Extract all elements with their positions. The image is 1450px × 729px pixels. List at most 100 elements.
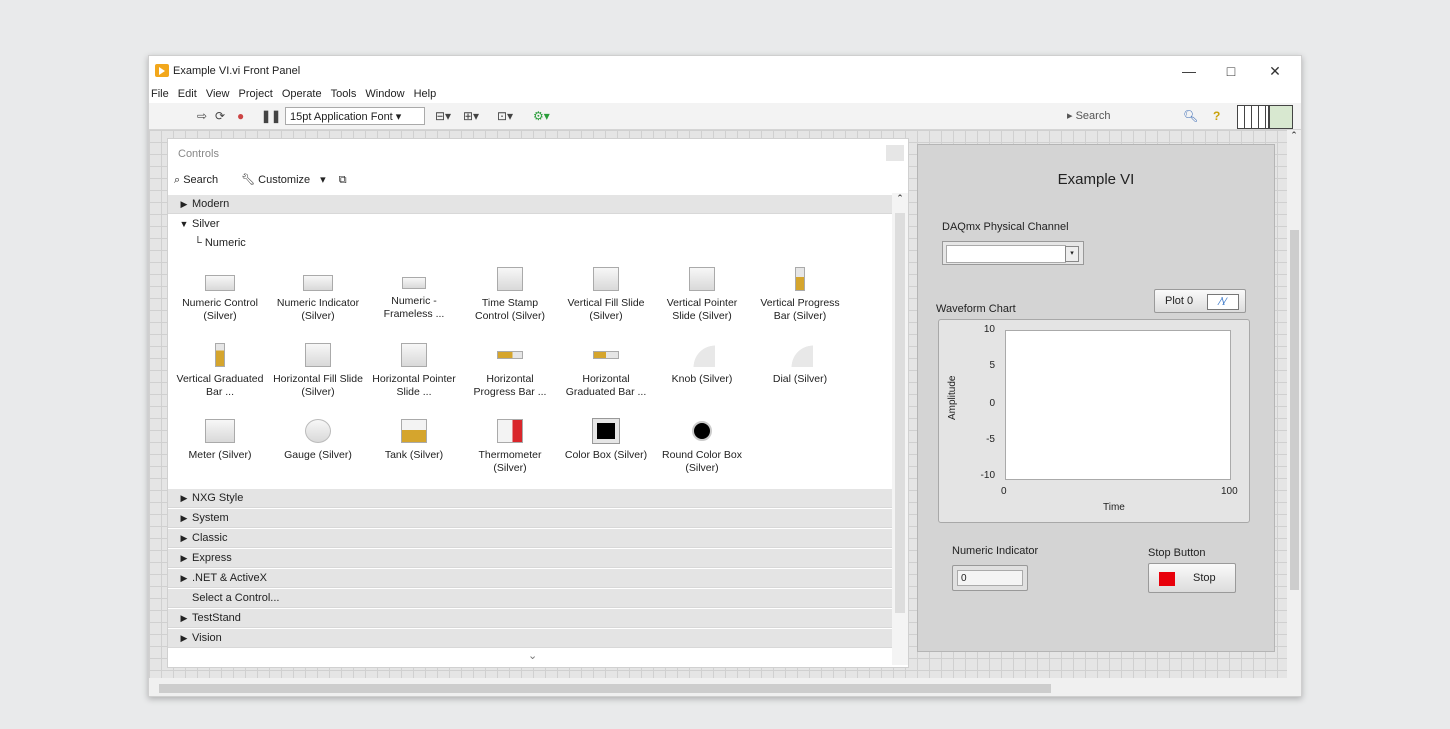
palette-search-button[interactable]: ⌕ Search (174, 174, 228, 186)
vertical-scroll-thumb[interactable] (1290, 230, 1299, 590)
run-arrow-icon[interactable]: ⇨ (197, 108, 207, 124)
toolbar: ⇨ ⟳ ● ❚❚ 15pt Application Font ▾ ⊟▾ ⊞▾ ⊡… (149, 103, 1301, 130)
stop-led-icon (1159, 572, 1175, 586)
plot-legend[interactable]: Plot 0 ⁄\⁄ (1154, 289, 1246, 313)
palette-item[interactable]: Horizontal Progress Bar ... (464, 343, 556, 399)
abort-icon[interactable]: ● (237, 108, 244, 124)
run-continuously-icon[interactable]: ⟳ (215, 108, 225, 124)
horizontal-scroll-thumb[interactable] (159, 684, 1051, 693)
silver-numeric-items: Numeric Control (Silver) Numeric Indicat… (168, 257, 892, 489)
horizontal-fill-slide-icon (305, 343, 331, 367)
palette-item[interactable]: Numeric Control (Silver) (174, 275, 266, 323)
dial-icon (787, 343, 813, 367)
distribute-objects-icon[interactable]: ⊞▾ (463, 108, 479, 124)
category-teststand[interactable]: ▶ TestStand (168, 609, 892, 628)
menu-project[interactable]: Project (239, 86, 273, 103)
category-silver[interactable]: ▼ Silver (168, 215, 892, 234)
pause-icon[interactable]: ❚❚ (261, 108, 281, 124)
category-classic[interactable]: ▶ Classic (168, 529, 892, 548)
close-button[interactable]: ✕ (1265, 62, 1285, 80)
resize-objects-icon[interactable]: ⊡▾ (497, 108, 513, 124)
palette-item[interactable]: Vertical Graduated Bar ... (174, 343, 266, 399)
search-icon[interactable]: 🔍︎ (1183, 108, 1198, 124)
category-vision[interactable]: ▶ Vision (168, 629, 892, 648)
menu-bar: File Edit View Project Operate Tools Win… (149, 86, 1301, 103)
title-bar: Example VI.vi Front Panel — □ ✕ (149, 56, 1301, 86)
palette-item[interactable]: Knob (Silver) (656, 343, 748, 386)
vertical-scrollbar[interactable]: ⌃ (1287, 130, 1301, 682)
dropdown-arrow-icon[interactable]: ▾ (1065, 246, 1079, 262)
align-objects-icon[interactable]: ⊟▾ (435, 108, 451, 124)
palette-item[interactable]: Vertical Progress Bar (Silver) (754, 267, 846, 323)
stop-button[interactable]: Stop (1148, 563, 1236, 593)
stop-button-text: Stop (1193, 572, 1216, 584)
palette-scrollbar[interactable]: ⌃ (892, 193, 908, 665)
palette-item[interactable]: Horizontal Graduated Bar ... (560, 343, 652, 399)
palette-item[interactable]: Dial (Silver) (754, 343, 846, 386)
plot-legend-label: Plot 0 (1165, 295, 1194, 307)
daq-channel-field[interactable] (946, 245, 1066, 263)
menu-file[interactable]: File (151, 86, 169, 103)
subcategory-numeric[interactable]: └ Numeric (194, 237, 246, 249)
horizontal-scrollbar[interactable] (149, 680, 1287, 696)
category-dotnet-activex[interactable]: ▶ .NET & ActiveX (168, 569, 892, 588)
minimize-button[interactable]: — (1179, 62, 1199, 80)
search-input[interactable]: ▸ Search (1067, 108, 1167, 124)
vi-icon[interactable] (1269, 105, 1293, 129)
palette-item[interactable]: Thermometer (Silver) (464, 419, 556, 475)
palette-header: Controls (168, 139, 908, 167)
select-a-control[interactable]: Select a Control... (168, 589, 892, 608)
menu-edit[interactable]: Edit (178, 86, 197, 103)
item-label: Numeric Indicator (Silver) (276, 297, 360, 322)
category-express[interactable]: ▶ Express (168, 549, 892, 568)
scroll-up-icon[interactable]: ⌃ (892, 193, 908, 204)
controls-palette: Controls ⌕ Search 🔧︎ Customize ▾ ⧉ ▶ Moder… (167, 138, 909, 668)
connector-pane-icon[interactable] (1237, 105, 1269, 129)
chart-plot-area[interactable] (1005, 330, 1231, 480)
category-system[interactable]: ▶ System (168, 509, 892, 528)
palette-item[interactable]: Numeric - Frameless ... (368, 275, 460, 321)
font-select[interactable]: 15pt Application Font ▾ (285, 107, 425, 125)
palette-item[interactable]: Vertical Pointer Slide (Silver) (656, 267, 748, 323)
palette-scroll-thumb[interactable] (895, 213, 905, 613)
menu-tools[interactable]: Tools (331, 86, 357, 103)
item-label: Thermometer (Silver) (478, 449, 542, 474)
item-label: Color Box (Silver) (564, 449, 648, 461)
palette-item[interactable]: Gauge (Silver) (272, 419, 364, 462)
daq-channel-control[interactable]: ▾ (942, 241, 1084, 265)
menu-view[interactable]: View (206, 86, 230, 103)
item-label: Dial (Silver) (772, 373, 828, 385)
palette-item[interactable]: Round Color Box (Silver) (656, 419, 748, 475)
expand-arrow-icon: ▶ (180, 613, 188, 623)
palette-item[interactable]: Vertical Fill Slide (Silver) (560, 267, 652, 323)
scroll-up-icon[interactable]: ⌃ (1287, 130, 1301, 141)
show-more-icon[interactable]: ⌄ (528, 649, 537, 662)
plot-style-icon[interactable]: ⁄\⁄ (1207, 294, 1239, 310)
palette-item[interactable]: Horizontal Fill Slide (Silver) (272, 343, 364, 399)
gauge-icon (305, 419, 331, 443)
expand-arrow-icon: ▶ (180, 533, 188, 543)
menu-window[interactable]: Window (365, 86, 404, 103)
menu-help[interactable]: Help (414, 86, 437, 103)
help-icon[interactable]: ? (1213, 108, 1220, 124)
maximize-button[interactable]: □ (1221, 62, 1241, 80)
palette-item[interactable]: Time Stamp Control (Silver) (464, 267, 556, 323)
palette-pin-icon[interactable] (886, 145, 904, 161)
reorder-icon[interactable]: ⚙▾ (533, 108, 550, 124)
time-stamp-icon (497, 267, 523, 291)
palette-item[interactable]: Color Box (Silver) (560, 418, 652, 462)
palette-customize-button[interactable]: 🔧︎ Customize ▾ (241, 174, 326, 186)
menu-operate[interactable]: Operate (282, 86, 322, 103)
category-label: .NET & ActiveX (192, 572, 267, 584)
category-label: TestStand (192, 612, 241, 624)
category-modern[interactable]: ▶ Modern (168, 195, 892, 214)
horizontal-progress-bar-icon (497, 351, 523, 359)
y-axis-label: Amplitude (947, 375, 958, 420)
palette-item[interactable]: Horizontal Pointer Slide ... (368, 343, 460, 399)
palette-item[interactable]: Tank (Silver) (368, 419, 460, 462)
palette-item[interactable]: Numeric Indicator (Silver) (272, 275, 364, 323)
category-nxg-style[interactable]: ▶ NXG Style (168, 489, 892, 508)
palette-item[interactable]: Meter (Silver) (174, 419, 266, 462)
expand-arrow-icon: ▶ (180, 553, 188, 563)
palette-view-icon[interactable]: ⧉ (339, 174, 347, 186)
